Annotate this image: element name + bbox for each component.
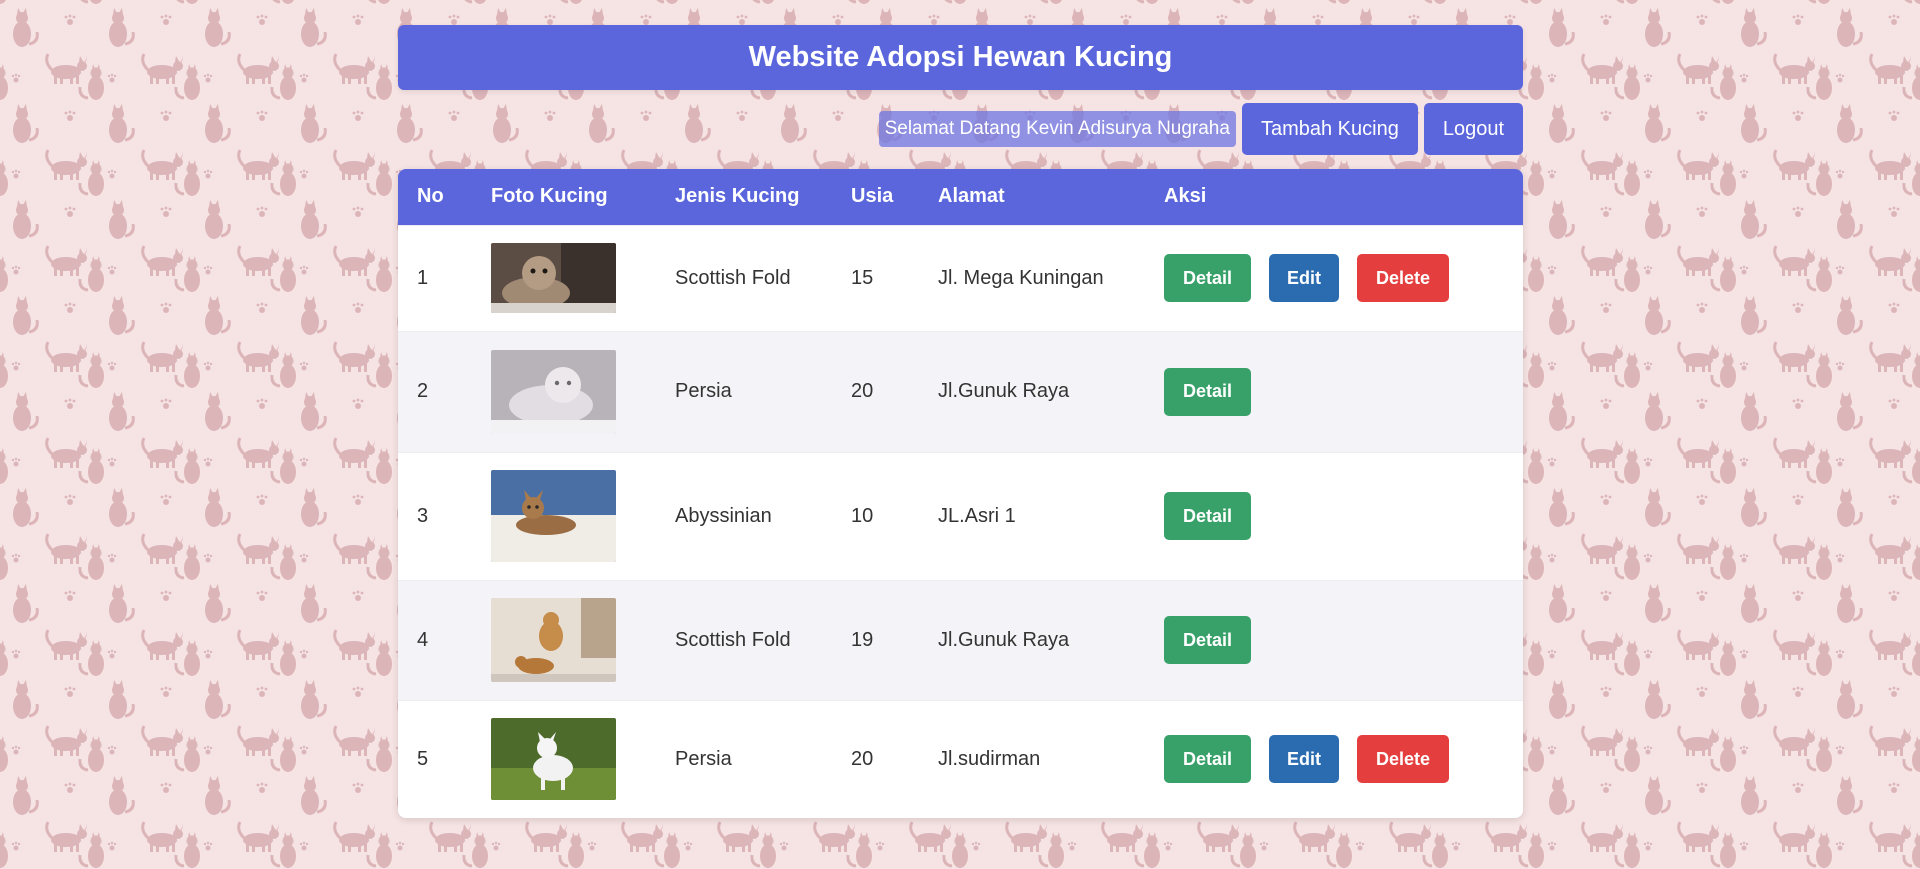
table-row: 2 Persia 20 Jl.Gunuk Raya Detail [398, 330, 1523, 452]
cell-age: 20 [832, 699, 919, 818]
cell-age: 15 [832, 224, 919, 331]
cell-breed: Scottish Fold [656, 224, 832, 331]
delete-button[interactable]: Delete [1357, 735, 1449, 784]
column-header-address: Alamat [938, 185, 1005, 208]
cell-age: 19 [832, 579, 919, 700]
detail-button[interactable]: Detail [1164, 735, 1251, 784]
cat-table: No Foto Kucing Jenis Kucing Usia Alamat … [398, 169, 1523, 818]
page-title: Website Adopsi Hewan Kucing [748, 41, 1173, 73]
detail-button[interactable]: Detail [1164, 367, 1251, 416]
cell-actions: Detail [1145, 451, 1523, 580]
cat-photo [491, 718, 616, 801]
cell-actions: Detail Edit Delete [1145, 699, 1523, 818]
cell-no: 5 [398, 699, 472, 818]
cell-no: 1 [398, 224, 472, 331]
table-row: 4 Scottish Fold 19 Jl.Gunuk Raya Detail [398, 579, 1523, 700]
cell-address: Jl.Gunuk Raya [919, 579, 1145, 700]
cell-address: JL.Asri 1 [919, 451, 1145, 580]
cat-photo [491, 243, 616, 313]
cell-breed: Persia [656, 330, 832, 452]
edit-button[interactable]: Edit [1269, 735, 1339, 784]
table-row: 3 Abyssinian 10 JL.Asri 1 Detail [398, 451, 1523, 580]
cell-photo [472, 699, 656, 818]
cell-photo [472, 579, 656, 700]
main-container: Website Adopsi Hewan Kucing Selamat Data… [398, 25, 1523, 818]
cell-breed: Abyssinian [656, 451, 832, 580]
edit-button[interactable]: Edit [1269, 254, 1339, 302]
table-header-row: No Foto Kucing Jenis Kucing Usia Alamat … [398, 169, 1523, 225]
cat-photo [491, 598, 616, 682]
cell-photo [472, 451, 656, 580]
table-row: 5 Persia 20 Jl.sudirman Detail Edit Dele… [398, 699, 1523, 818]
cell-address: Jl. Mega Kuningan [919, 224, 1145, 331]
top-bar: Selamat Datang Kevin Adisurya Nugraha Ta… [398, 103, 1523, 155]
cell-actions: Detail [1145, 579, 1523, 700]
cat-photo [491, 470, 616, 562]
cell-no: 4 [398, 579, 472, 700]
cat-table-card: No Foto Kucing Jenis Kucing Usia Alamat … [398, 169, 1523, 818]
cell-no: 2 [398, 330, 472, 452]
cell-photo [472, 224, 656, 331]
column-header-no: No [417, 185, 444, 208]
cell-breed: Persia [656, 699, 832, 818]
detail-button[interactable]: Detail [1164, 254, 1251, 302]
page-header: Website Adopsi Hewan Kucing [398, 25, 1523, 90]
add-cat-button[interactable]: Tambah Kucing [1241, 103, 1418, 155]
cell-breed: Scottish Fold [656, 579, 832, 700]
delete-button[interactable]: Delete [1357, 254, 1449, 302]
cell-actions: Detail [1145, 330, 1523, 452]
cell-age: 10 [832, 451, 919, 580]
column-header-age: Usia [851, 185, 894, 208]
cat-photo [491, 349, 616, 434]
logout-button[interactable]: Logout [1423, 103, 1523, 155]
detail-button[interactable]: Detail [1164, 616, 1251, 664]
cell-actions: Detail Edit Delete [1145, 224, 1523, 331]
table-row: 1 Scottish Fold 15 Jl. Mega Kuningan Det… [398, 224, 1523, 331]
column-header-photo: Foto Kucing [491, 185, 608, 208]
detail-button[interactable]: Detail [1164, 492, 1251, 540]
column-header-breed: Jenis Kucing [675, 185, 800, 208]
cell-no: 3 [398, 451, 472, 580]
cell-photo [472, 330, 656, 452]
welcome-message: Selamat Datang Kevin Adisurya Nugraha [878, 111, 1236, 147]
cell-address: Jl.sudirman [919, 699, 1145, 818]
cell-age: 20 [832, 330, 919, 452]
cell-address: Jl.Gunuk Raya [919, 330, 1145, 452]
column-header-actions: Aksi [1164, 185, 1207, 208]
